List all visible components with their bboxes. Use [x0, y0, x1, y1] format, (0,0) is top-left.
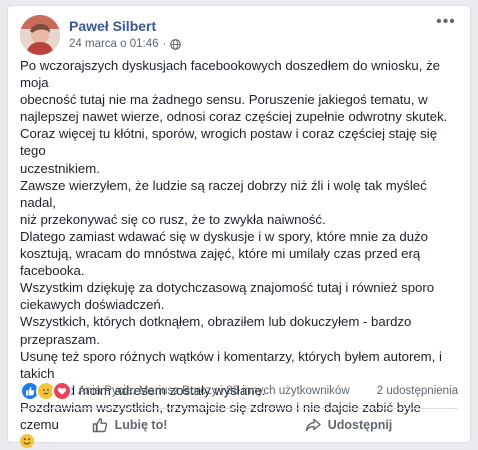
reactions-summary: Ania Pycia, Mariusz Burczy i 88 innych u…: [20, 380, 458, 402]
post-line: kosztują, wracam do mnóstwa zajęć, które…: [20, 246, 421, 262]
post-line: przepraszam.: [20, 331, 100, 347]
post-line: Wszystkich, których dotknąłem, obraziłem…: [20, 314, 412, 330]
reaction-icons[interactable]: [20, 381, 72, 401]
post-line: Zawsze wierzyłem, że ludzie są raczej do…: [20, 177, 427, 210]
post-line: niż przekonywać się co rusz, że to zwykł…: [20, 211, 326, 227]
post-card: Paweł Silbert 24 marca o 01:46 · ••• Po …: [7, 5, 471, 449]
love-reaction-icon: [52, 381, 72, 401]
post-timestamp[interactable]: 24 marca o 01:46: [69, 38, 159, 50]
more-options-icon[interactable]: •••: [434, 14, 458, 35]
post-line: najlepszej nawet wierze, odnosi coraz cz…: [20, 109, 448, 125]
share-label: Udostępnij: [327, 418, 393, 432]
avatar-image: [20, 15, 60, 55]
post-actions: Lubię to! Udostępnij: [20, 410, 458, 440]
post-line: Po wczorajszych dyskusjach facebookowych…: [20, 58, 441, 91]
post-line: uczestnikiem.: [20, 160, 100, 176]
post-line: Wszystkim dziękuję za dotychczasową znaj…: [20, 280, 435, 296]
thumbs-up-icon: [92, 418, 107, 433]
post-line: Coraz więcej tu kłótni, sporów, wrogich …: [20, 126, 438, 159]
reactions-text[interactable]: Ania Pycia, Mariusz Burczy i 88 innych u…: [78, 385, 350, 397]
post-line: Dlatego zamiast wdawać się w dyskusje i …: [20, 228, 429, 244]
divider: [20, 408, 458, 409]
post-meta: 24 marca o 01:46 ·: [69, 38, 182, 50]
avatar[interactable]: [20, 15, 60, 55]
globe-icon: [170, 38, 182, 50]
author-name[interactable]: Paweł Silbert: [69, 18, 156, 34]
like-button[interactable]: Lubię to!: [20, 411, 239, 439]
share-button[interactable]: Udostępnij: [239, 411, 458, 439]
post-header: Paweł Silbert 24 marca o 01:46 · •••: [20, 14, 458, 59]
post-line: ciekawych doświadczeń.: [20, 297, 165, 313]
post-line: obecność tutaj nie ma żadnego sensu. Por…: [20, 92, 428, 108]
post-line: facebooka.: [20, 263, 85, 279]
shares-count[interactable]: 2 udostępnienia: [377, 385, 458, 397]
like-label: Lubię to!: [114, 418, 168, 432]
post-line: Usunę też sporo różnych wątków i komenta…: [20, 348, 442, 381]
meta-separator: ·: [162, 38, 167, 50]
share-icon: [305, 418, 321, 432]
